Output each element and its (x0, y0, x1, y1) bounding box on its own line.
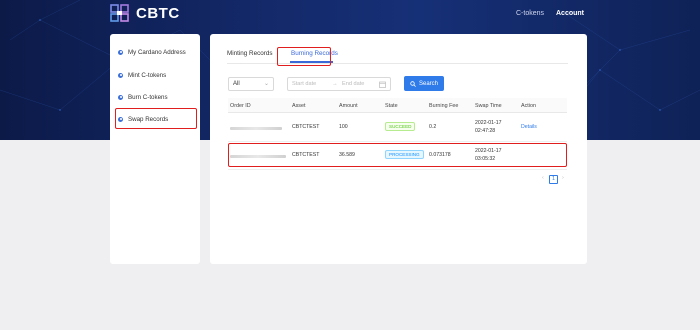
search-label: Search (418, 80, 438, 87)
status-badge: SUCCEED (385, 122, 416, 131)
date-range-picker[interactable]: Start date → End date (287, 77, 391, 91)
sidebar-item-mint[interactable]: Mint C-tokens (118, 68, 198, 82)
col-order-id: Order ID (230, 103, 251, 109)
prev-page-button[interactable]: ‹ (542, 175, 544, 181)
search-button[interactable]: Search (404, 76, 444, 91)
top-nav: C-tokens Account (0, 10, 700, 22)
page-1-button[interactable]: 1 (549, 175, 558, 184)
table-row: CBTCTEST 100 SUCCEED 0.2 2022-01-17 02:4… (228, 114, 567, 142)
nav-c-tokens[interactable]: C-tokens (516, 10, 544, 17)
highlight-burning-tab (277, 47, 331, 66)
nav-account[interactable]: Account (556, 10, 584, 17)
sidebar-item-label: Burn C-tokens (128, 93, 168, 101)
col-state: State (385, 103, 398, 109)
chevron-down-icon: ⌄ (263, 81, 269, 87)
radio-dot-icon (118, 94, 123, 100)
order-id-redacted (230, 127, 282, 130)
col-action: Action (521, 103, 536, 109)
radio-dot-icon (118, 72, 123, 78)
highlight-swap-records (115, 108, 197, 129)
sidebar-item-label: My Cardano Address (128, 48, 186, 56)
table-header: Order ID Asset Amount State Burning Fee … (228, 98, 567, 113)
range-arrow: → (332, 81, 338, 87)
status-select[interactable]: All ⌄ (228, 77, 274, 91)
sidebar-item-burn[interactable]: Burn C-tokens (118, 90, 198, 104)
cell-asset: CBTCTEST (292, 124, 320, 130)
col-asset: Asset (292, 103, 306, 109)
cell-fee: 0.2 (429, 124, 437, 130)
search-icon (410, 80, 416, 87)
col-amount: Amount (339, 103, 358, 109)
cell-amount: 100 (339, 124, 348, 130)
sidebar-item-label: Mint C-tokens (128, 71, 167, 79)
next-page-button[interactable]: › (562, 175, 564, 181)
calendar-icon (379, 81, 386, 88)
details-link[interactable]: Details (521, 124, 537, 130)
radio-dot-icon (118, 49, 123, 55)
start-date-input[interactable]: Start date (292, 81, 316, 87)
select-value: All (233, 81, 240, 87)
cell-time: 02:47:28 (475, 128, 496, 134)
col-burning-fee: Burning Fee (429, 103, 459, 109)
tab-minting-records[interactable]: Minting Records (227, 50, 273, 57)
cell-date: 2022-01-17 (475, 120, 502, 126)
highlight-processing-row (228, 143, 567, 167)
end-date-input[interactable]: End date (342, 81, 364, 87)
sidebar: My Cardano Address Mint C-tokens Burn C-… (110, 34, 200, 264)
sidebar-item-cardano-address[interactable]: My Cardano Address (118, 45, 198, 59)
col-swap-time: Swap Time (475, 103, 502, 109)
